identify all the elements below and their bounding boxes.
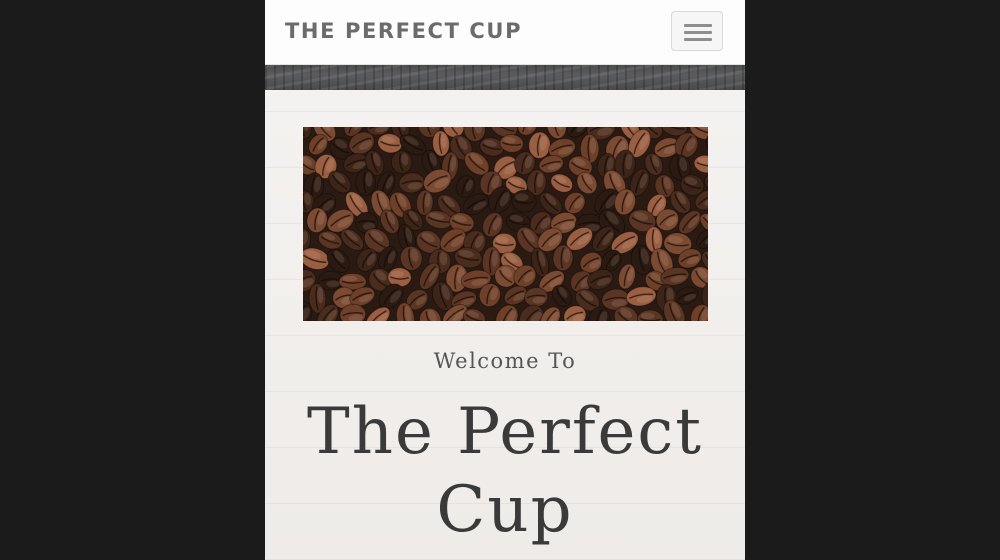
brand-logo-text[interactable]: THE PERFECT CUP <box>285 19 522 43</box>
welcome-subtitle: Welcome To <box>433 349 577 373</box>
menu-toggle-button[interactable] <box>671 11 723 51</box>
coffee-beans-photo <box>303 127 708 321</box>
coffee-beans-image <box>303 127 708 321</box>
stone-texture-strip <box>265 65 745 90</box>
mobile-viewport: THE PERFECT CUP Welcome To The Perfect C… <box>265 0 745 560</box>
page-content: Welcome To The Perfect Cup <box>265 90 745 560</box>
page-title: The Perfect Cup <box>307 395 703 547</box>
navbar: THE PERFECT CUP <box>265 0 745 65</box>
hamburger-menu-icon <box>684 24 712 27</box>
hamburger-menu-icon-bar <box>684 38 712 41</box>
hamburger-menu-icon-bar <box>684 31 712 34</box>
